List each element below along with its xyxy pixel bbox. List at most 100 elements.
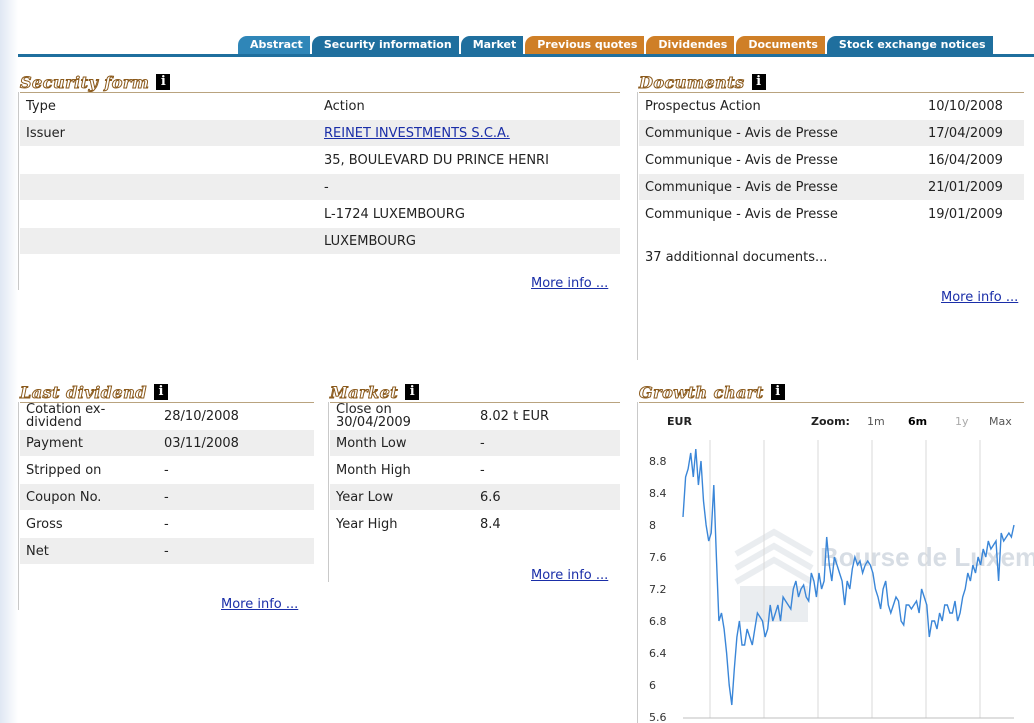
zoom-label: Zoom: xyxy=(811,415,850,428)
row-value: - xyxy=(474,429,620,457)
row-value: - xyxy=(318,173,620,201)
table-row: 35, BOULEVARD DU PRINCE HENRI xyxy=(20,146,620,174)
info-icon[interactable]: i xyxy=(405,384,420,400)
tab-documents[interactable]: Documents xyxy=(736,36,825,54)
row-label: Net xyxy=(20,537,158,565)
info-icon[interactable]: i xyxy=(770,384,785,400)
row-value: 8.4 xyxy=(474,510,620,538)
documents-table: Prospectus Action 10/10/2008 Communique -… xyxy=(639,93,1024,228)
y-tick-label: 7.6 xyxy=(649,551,667,564)
documents-header: Documents i xyxy=(639,72,1024,93)
row-value: - xyxy=(158,537,314,565)
tab-abstract[interactable]: Abstract xyxy=(238,36,310,54)
row-value: LUXEMBOURG xyxy=(318,227,620,255)
market-more-link[interactable]: More info ... xyxy=(531,568,608,583)
y-tick-label: 8.8 xyxy=(649,455,667,468)
growth-chart-title: Growth chart xyxy=(639,382,764,402)
row-value: 03/11/2008 xyxy=(158,429,314,457)
currency-label: EUR xyxy=(667,415,692,428)
row-value: Action xyxy=(318,93,620,120)
table-row[interactable]: Communique - Avis de Presse 19/01/2009 xyxy=(639,200,1024,228)
table-row: Cotation ex-dividend 28/10/2008 xyxy=(20,403,314,430)
table-row: Gross - xyxy=(20,510,314,538)
table-row: Month Low - xyxy=(330,429,620,457)
last-dividend-more-link[interactable]: More info ... xyxy=(221,597,298,612)
chart-toolbar: EUR Zoom: 1m 6m 1y Max xyxy=(640,411,1024,431)
tab-previous-quotes[interactable]: Previous quotes xyxy=(525,36,645,54)
table-row[interactable]: Communique - Avis de Presse 21/01/2009 xyxy=(639,173,1024,201)
row-label xyxy=(20,146,318,174)
table-row[interactable]: Communique - Avis de Presse 17/04/2009 xyxy=(639,119,1024,147)
table-row: Close on 30/04/2009 8.02 t EUR xyxy=(330,403,620,430)
chart-grid xyxy=(683,440,1014,719)
tab-market[interactable]: Market xyxy=(460,36,524,54)
last-dividend-panel: Last dividend i Cotation ex-dividend 28/1… xyxy=(20,382,314,565)
security-form-header: Security form i xyxy=(19,72,620,93)
tab-stock-exchange-notices[interactable]: Stock exchange notices xyxy=(826,36,993,54)
row-label: Payment xyxy=(20,429,158,457)
row-value: 8.02 t EUR xyxy=(474,403,620,430)
zoom-1y[interactable]: 1y xyxy=(955,415,969,428)
market-table: Close on 30/04/2009 8.02 t EUR Month Low -… xyxy=(330,403,620,538)
watermark-text: Bourse de Luxembourg xyxy=(820,542,1034,572)
row-label: Issuer xyxy=(20,119,318,147)
tab-dividendes[interactable]: Dividendes xyxy=(646,36,735,54)
y-tick-label: 5.6 xyxy=(649,711,667,723)
table-row: - xyxy=(20,173,620,201)
y-tick-label: 8.4 xyxy=(649,487,667,500)
row-label: Type xyxy=(20,93,318,120)
table-row: Coupon No. - xyxy=(20,483,314,511)
issuer-link[interactable]: REINET INVESTMENTS S.C.A. xyxy=(324,126,510,141)
row-label: Month Low xyxy=(330,429,474,457)
document-name[interactable]: Communique - Avis de Presse xyxy=(639,200,922,228)
zoom-max[interactable]: Max xyxy=(989,415,1012,428)
document-name[interactable]: Communique - Avis de Presse xyxy=(639,119,922,147)
table-row: Year High 8.4 xyxy=(330,510,620,538)
info-icon[interactable]: i xyxy=(751,74,766,90)
document-date: 17/04/2009 xyxy=(922,119,1024,147)
info-icon[interactable]: i xyxy=(153,384,168,400)
row-label xyxy=(20,200,318,228)
row-value: - xyxy=(474,456,620,484)
row-value: - xyxy=(158,483,314,511)
documents-more-link[interactable]: More info ... xyxy=(941,290,1018,305)
info-icon[interactable]: i xyxy=(156,74,171,90)
zoom-1m[interactable]: 1m xyxy=(867,415,885,428)
row-label: Close on 30/04/2009 xyxy=(330,403,474,430)
table-row: Issuer REINET INVESTMENTS S.C.A. xyxy=(20,119,620,147)
divider xyxy=(637,92,638,360)
divider xyxy=(637,402,638,723)
row-label: Year Low xyxy=(330,483,474,511)
market-header: Market i xyxy=(329,382,620,403)
zoom-6m[interactable]: 6m xyxy=(908,415,927,428)
security-form-table: Type Action Issuer REINET INVESTMENTS S.C.… xyxy=(20,93,620,255)
row-value: - xyxy=(158,510,314,538)
tab-security-information[interactable]: Security information xyxy=(311,36,459,54)
row-value: 35, BOULEVARD DU PRINCE HENRI xyxy=(318,146,620,174)
growth-chart-header: Growth chart i xyxy=(639,382,1024,403)
document-name[interactable]: Prospectus Action xyxy=(639,93,922,120)
divider xyxy=(328,402,329,582)
market-panel: Market i Close on 30/04/2009 8.02 t EUR M… xyxy=(329,382,620,538)
row-label: Gross xyxy=(20,510,158,538)
market-title: Market xyxy=(329,382,399,402)
document-date: 19/01/2009 xyxy=(922,200,1024,228)
row-value: 6.6 xyxy=(474,483,620,511)
row-value: - xyxy=(158,456,314,484)
table-row: Month High - xyxy=(330,456,620,484)
security-form-more-link[interactable]: More info ... xyxy=(531,276,608,291)
document-name[interactable]: Communique - Avis de Presse xyxy=(639,146,922,174)
tab-bar: Abstract Security information Market Pre… xyxy=(236,36,993,54)
row-value: 28/10/2008 xyxy=(158,403,314,430)
table-row[interactable]: Prospectus Action 10/10/2008 xyxy=(639,93,1024,120)
table-row[interactable]: Communique - Avis de Presse 16/04/2009 xyxy=(639,146,1024,174)
left-gradient xyxy=(0,0,18,723)
security-form-panel: Security form i Type Action Issuer REINET … xyxy=(19,72,620,255)
y-tick-label: 6.8 xyxy=(649,615,667,628)
divider xyxy=(18,92,19,290)
document-date: 16/04/2009 xyxy=(922,146,1024,174)
row-label: Month High xyxy=(330,456,474,484)
table-row: Stripped on - xyxy=(20,456,314,484)
document-name[interactable]: Communique - Avis de Presse xyxy=(639,173,922,201)
price-line xyxy=(682,448,1015,706)
